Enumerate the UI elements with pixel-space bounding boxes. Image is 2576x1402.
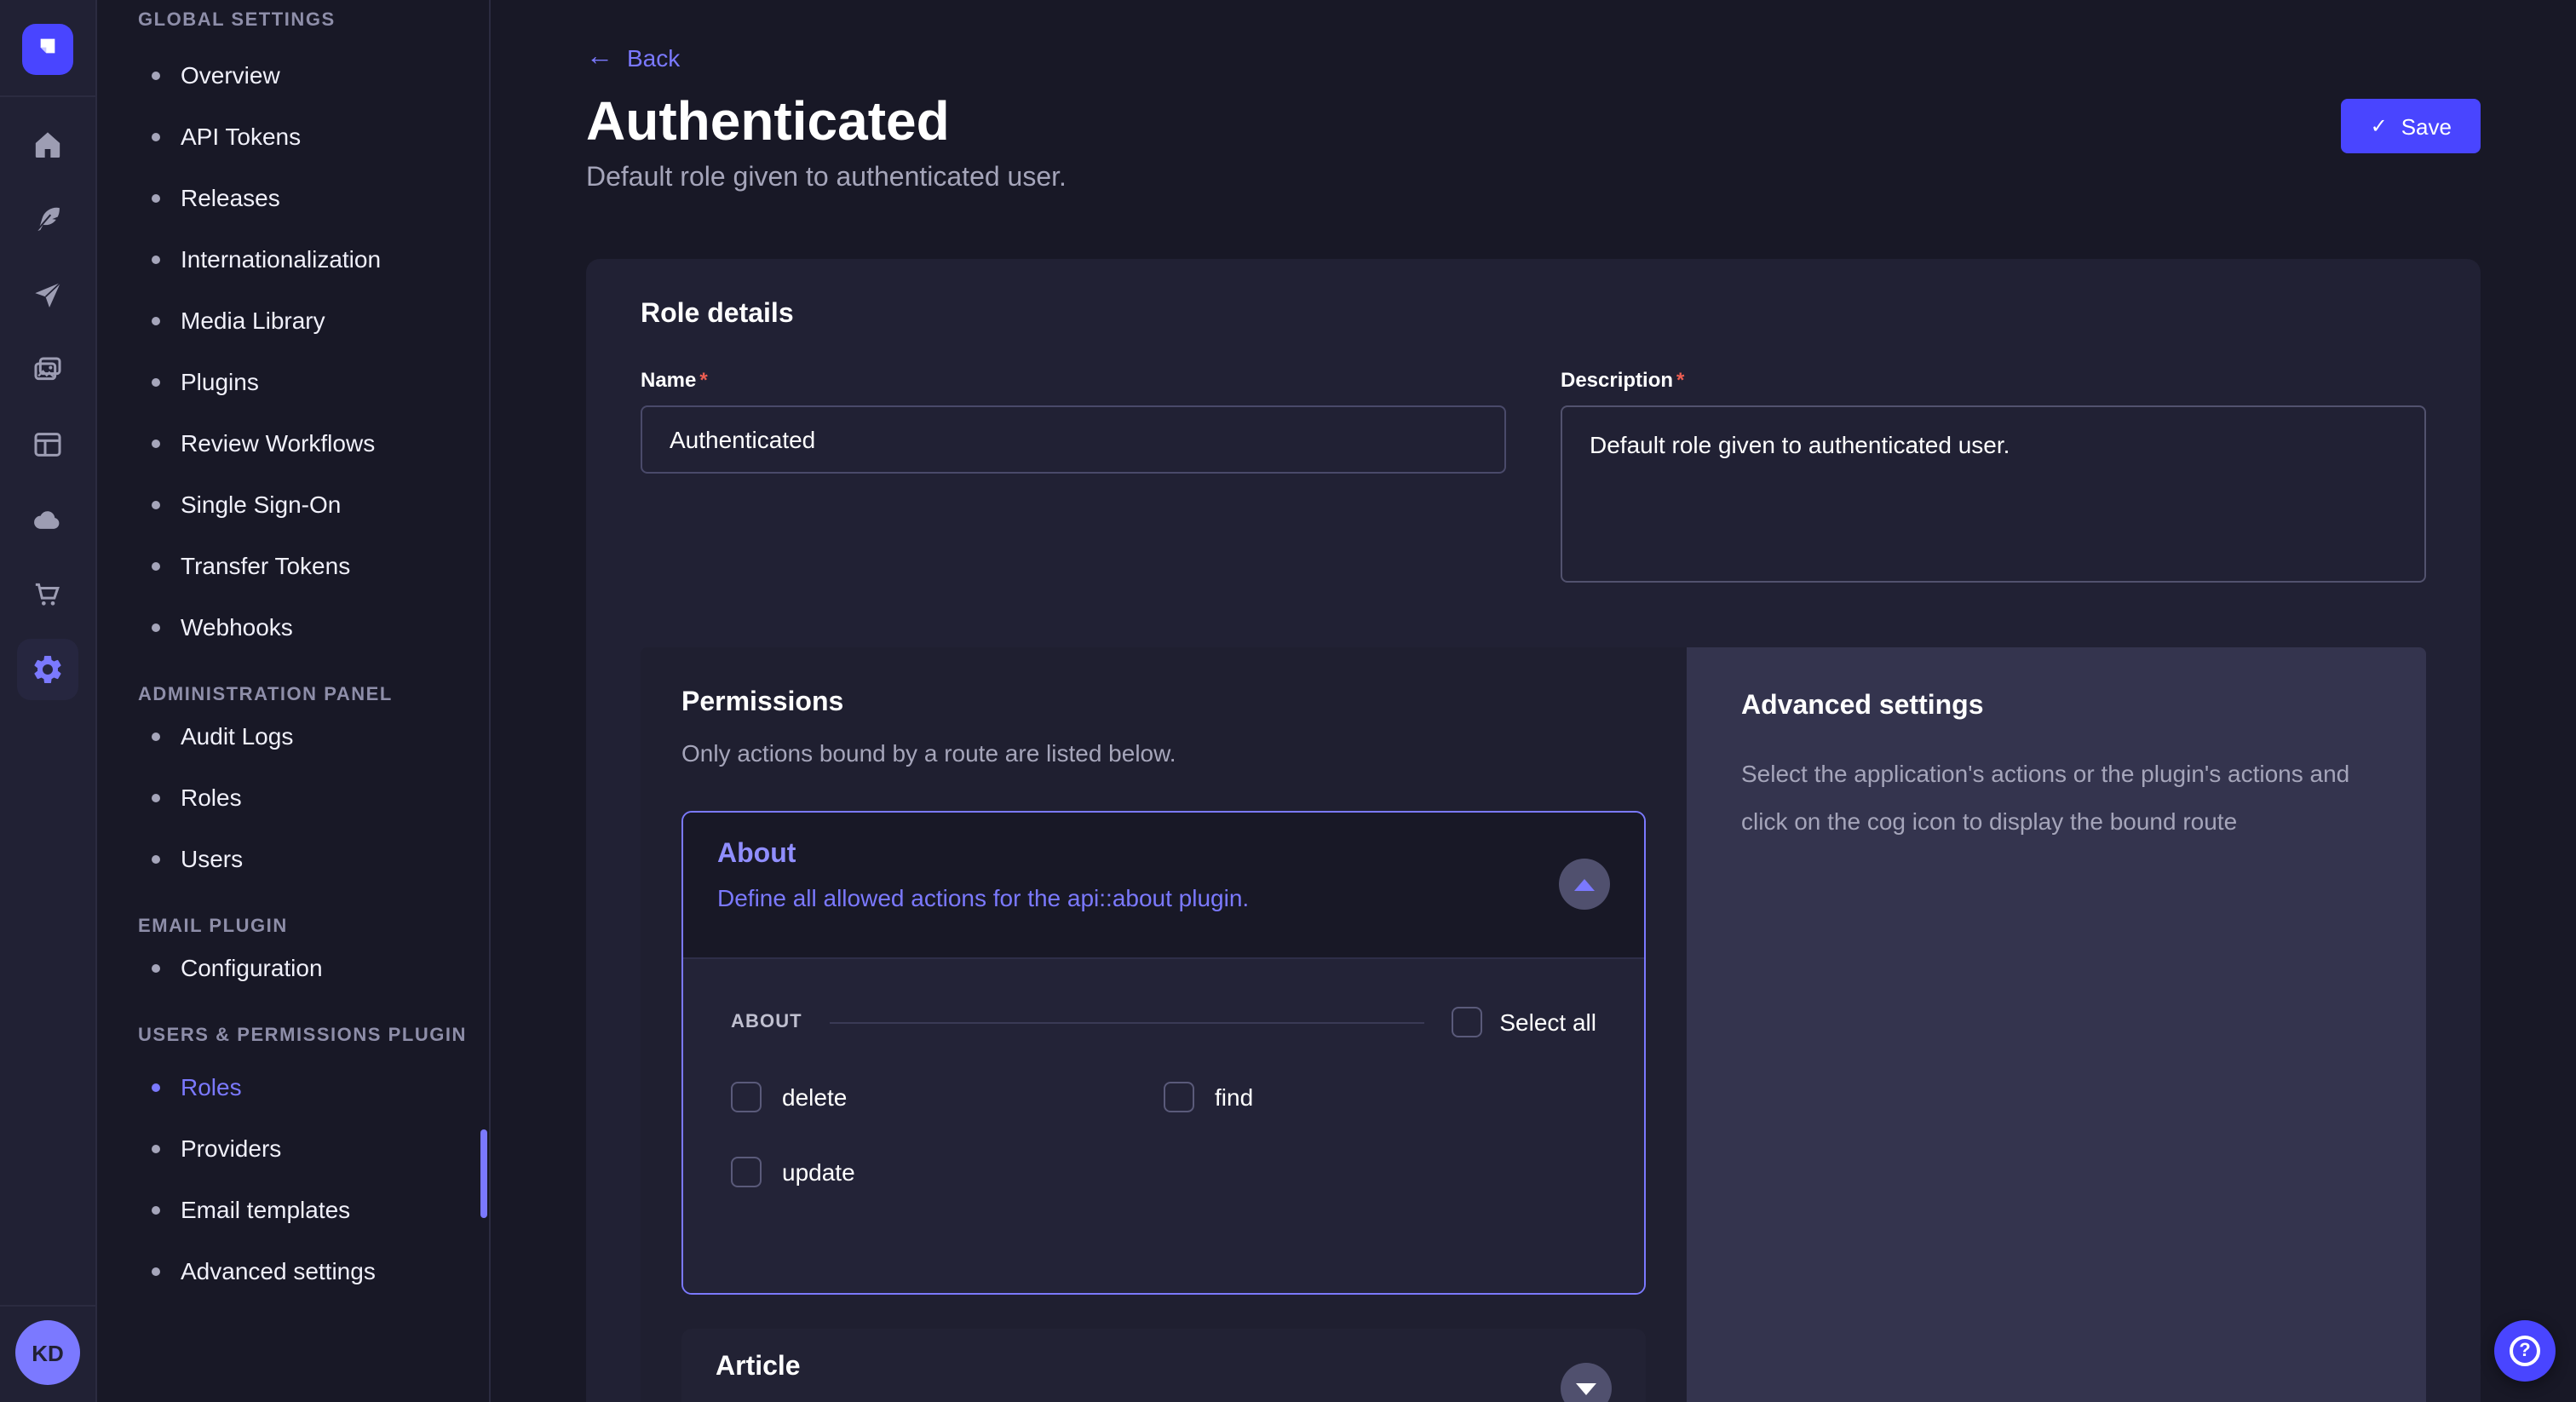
role-details-fields: Name* Description* Default role given to… <box>641 365 2426 591</box>
nav-list-email: Configuration <box>97 937 489 998</box>
back-arrow-icon: ← <box>586 44 613 72</box>
rail-divider-top <box>0 95 95 97</box>
back-link[interactable]: ← Back <box>586 44 680 72</box>
sidebar-item-email-configuration[interactable]: Configuration <box>97 937 489 998</box>
action-find: find <box>1164 1082 1596 1112</box>
cart-icon[interactable] <box>27 574 68 615</box>
section-title-administration-panel: ADMINISTRATION PANEL <box>138 658 489 705</box>
chevron-down-icon <box>1576 1382 1596 1394</box>
save-button[interactable]: ✓ Save <box>2342 99 2481 153</box>
permissions-panel: Permissions Only actions bound by a rout… <box>641 647 1687 1402</box>
send-icon[interactable] <box>27 274 68 315</box>
about-actions-grid: delete find update <box>731 1082 1596 1187</box>
sidebar-item-audit-logs[interactable]: Audit Logs <box>97 705 489 767</box>
sidebar-item-review-workflows[interactable]: Review Workflows <box>97 412 489 474</box>
find-checkbox[interactable] <box>1164 1082 1194 1112</box>
about-group-label: ABOUT <box>731 1012 802 1032</box>
accordion-article-title: Article <box>716 1353 1612 1383</box>
section-title-email-plugin: EMAIL PLUGIN <box>138 889 489 937</box>
permissions-title: Permissions <box>681 688 1646 719</box>
name-field-group: Name* <box>641 365 1506 591</box>
advanced-settings-title: Advanced settings <box>1741 692 2372 722</box>
update-label: update <box>782 1158 855 1186</box>
required-asterisk: * <box>1676 368 1684 392</box>
sidebar-item-releases[interactable]: Releases <box>97 167 489 228</box>
strapi-logo[interactable] <box>22 24 73 75</box>
advanced-settings-body: Select the application's actions or the … <box>1741 750 2372 845</box>
nav-list-administration: Audit Logs Roles Users <box>97 705 489 889</box>
chevron-up-icon <box>1574 878 1595 890</box>
description-textarea[interactable]: Default role given to authenticated user… <box>1561 405 2426 583</box>
accordion-about-header[interactable]: About Define all allowed actions for the… <box>683 813 1644 957</box>
permissions-advanced-grid: Permissions Only actions bound by a rout… <box>641 647 2426 1402</box>
section-title-global-settings: GLOBAL SETTINGS <box>138 0 489 31</box>
about-group-row: ABOUT Select all <box>731 1007 1596 1037</box>
update-checkbox[interactable] <box>731 1157 762 1187</box>
sidebar-item-up-roles[interactable]: Roles <box>97 1056 489 1118</box>
sidebar-item-up-providers[interactable]: Providers <box>97 1118 489 1179</box>
back-label: Back <box>627 44 680 72</box>
accordion-about: About Define all allowed actions for the… <box>681 811 1646 1295</box>
collapse-about-button[interactable] <box>1559 859 1610 910</box>
action-update: update <box>731 1157 1164 1187</box>
nav-rail: KD <box>0 0 97 1402</box>
accordion-about-body: ABOUT Select all delete <box>683 957 1644 1293</box>
nav-list-users-permissions: Roles Providers Email templates Advanced… <box>97 1056 489 1301</box>
name-label: Name* <box>641 368 708 392</box>
check-icon: ✓ <box>2371 114 2388 138</box>
sidebar-item-up-advanced-settings[interactable]: Advanced settings <box>97 1240 489 1301</box>
sidebar-item-overview[interactable]: Overview <box>97 44 489 106</box>
sidebar-item-plugins[interactable]: Plugins <box>97 351 489 412</box>
help-question-icon: ? <box>2510 1336 2540 1366</box>
cloud-icon[interactable] <box>27 499 68 540</box>
find-label: find <box>1215 1083 1253 1111</box>
sidebar-scrollbar-thumb[interactable] <box>480 1129 487 1218</box>
delete-label: delete <box>782 1083 847 1111</box>
images-icon[interactable] <box>27 349 68 390</box>
sidebar-item-admin-roles[interactable]: Roles <box>97 767 489 828</box>
action-delete: delete <box>731 1082 1164 1112</box>
name-input[interactable] <box>641 405 1506 474</box>
sidebar-item-admin-users[interactable]: Users <box>97 828 489 889</box>
main-content: ← Back Authenticated Default role given … <box>491 0 2576 1402</box>
role-details-title: Role details <box>641 300 2426 330</box>
accordion-about-title: About <box>717 840 1610 871</box>
permissions-subtitle: Only actions bound by a route are listed… <box>681 739 1646 767</box>
description-field-group: Description* Default role given to authe… <box>1561 365 2426 591</box>
sidebar-item-webhooks[interactable]: Webhooks <box>97 596 489 658</box>
feather-icon[interactable] <box>27 199 68 240</box>
sidebar-item-transfer-tokens[interactable]: Transfer Tokens <box>97 535 489 596</box>
layout-icon[interactable] <box>27 424 68 465</box>
gear-icon[interactable] <box>17 639 78 700</box>
page-title: Authenticated <box>586 90 2481 153</box>
sidebar-item-api-tokens[interactable]: API Tokens <box>97 106 489 167</box>
select-all-label: Select all <box>1499 1008 1596 1036</box>
rail-divider-bottom <box>0 1305 95 1307</box>
help-button[interactable]: ? <box>2494 1320 2556 1382</box>
sidebar-item-media-library[interactable]: Media Library <box>97 290 489 351</box>
role-details-card: Role details Name* Description* Default … <box>586 259 2481 1402</box>
section-title-users-permissions-plugin: USERS & PERMISSIONS PLUGIN <box>138 998 489 1046</box>
advanced-settings-panel: Advanced settings Select the application… <box>1687 647 2426 1402</box>
required-asterisk: * <box>699 368 707 392</box>
strapi-logo-icon <box>31 28 65 71</box>
description-label: Description* <box>1561 368 1684 392</box>
sidebar-item-up-email-templates[interactable]: Email templates <box>97 1179 489 1240</box>
home-icon[interactable] <box>27 124 68 165</box>
accordion-article[interactable]: Article Define all allowed actions for t… <box>681 1329 1646 1402</box>
group-divider-line <box>830 1021 1425 1023</box>
accordion-article-subtitle: Define all allowed actions for the api::… <box>716 1397 1612 1402</box>
delete-checkbox[interactable] <box>731 1082 762 1112</box>
select-all-checkbox[interactable] <box>1452 1007 1482 1037</box>
sidebar-item-single-sign-on[interactable]: Single Sign-On <box>97 474 489 535</box>
nav-list-global: Overview API Tokens Releases Internation… <box>97 44 489 658</box>
page-subtitle: Default role given to authenticated user… <box>586 164 2481 194</box>
rail-icon-nav <box>0 124 95 690</box>
accordion-about-subtitle: Define all allowed actions for the api::… <box>717 884 1610 911</box>
settings-sidebar: GLOBAL SETTINGS Overview API Tokens Rele… <box>97 0 491 1402</box>
sidebar-item-internationalization[interactable]: Internationalization <box>97 228 489 290</box>
strapi-settings-app: KD GLOBAL SETTINGS Overview API Tokens R… <box>0 0 2576 1402</box>
avatar[interactable]: KD <box>15 1320 80 1385</box>
save-label: Save <box>2401 113 2452 139</box>
